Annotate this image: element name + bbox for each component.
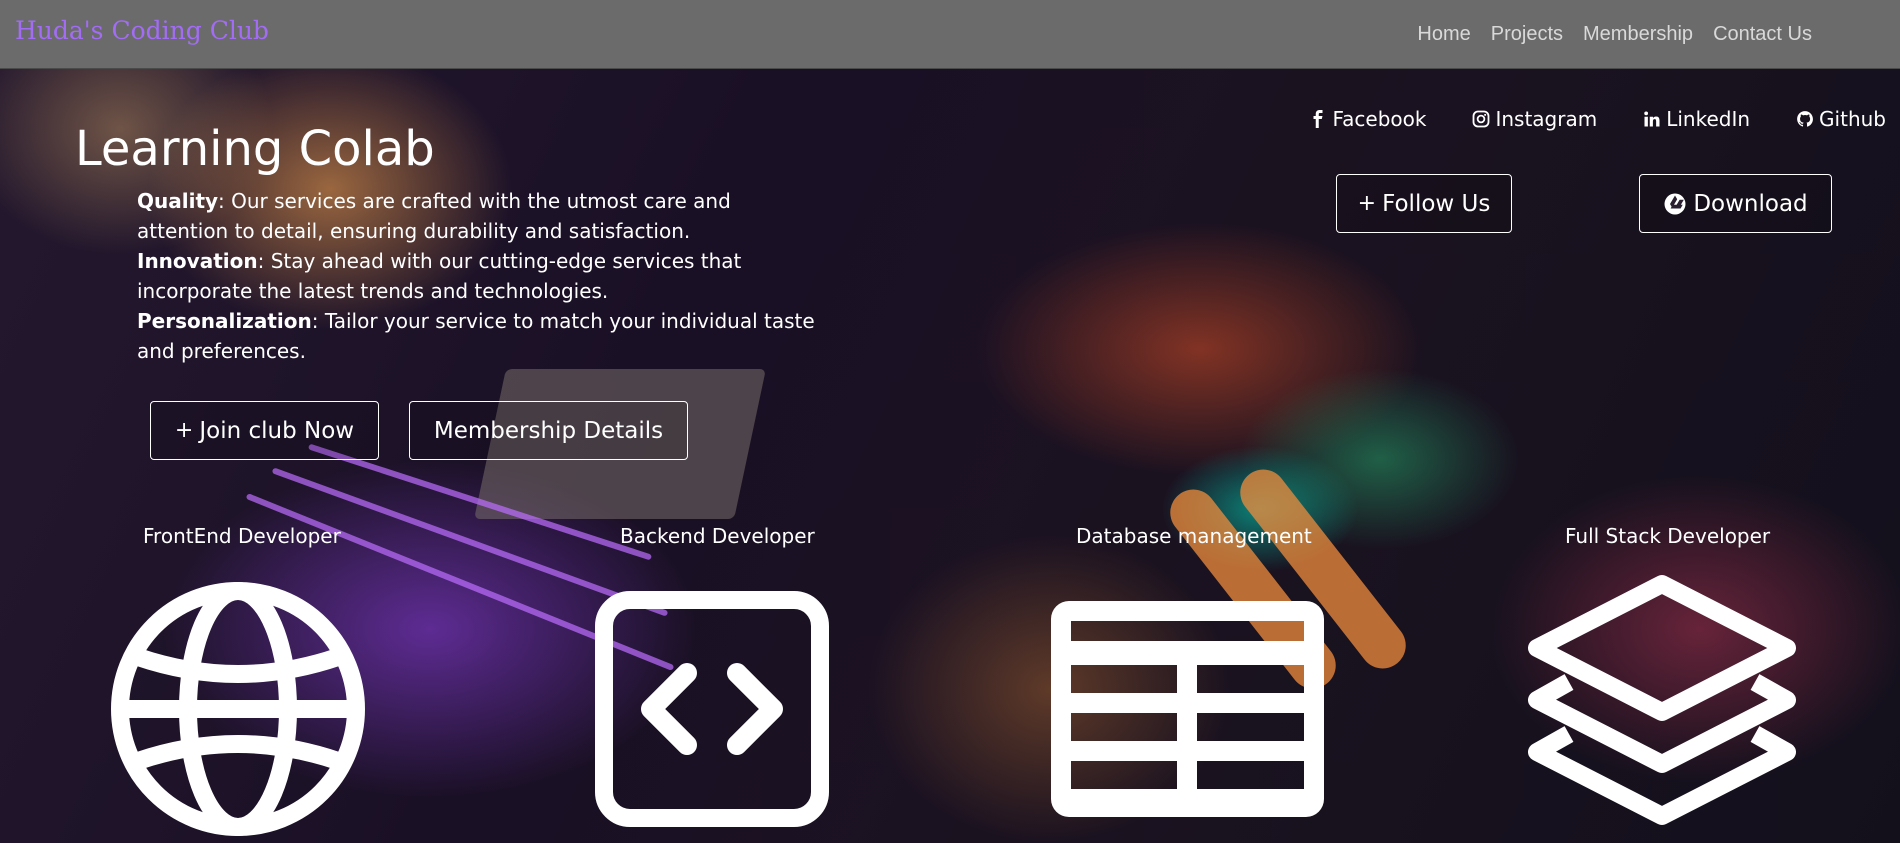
feature-label: Innovation (137, 249, 258, 273)
social-links: Facebook Instagram LinkedIn Github (1309, 107, 1886, 131)
feature-text: : Our services are crafted with the utmo… (137, 189, 731, 243)
role-title: FrontEnd Developer (143, 524, 341, 548)
facebook-icon (1313, 110, 1323, 128)
nav-link-projects[interactable]: Projects (1491, 23, 1563, 46)
follow-us-button[interactable]: + Follow Us (1336, 174, 1512, 233)
feature-label: Quality (137, 189, 219, 213)
join-club-button[interactable]: + Join club Now (150, 401, 379, 460)
nav-link-contact-us[interactable]: Contact Us (1713, 23, 1812, 46)
feature-label: Personalization (137, 309, 312, 333)
top-navbar: Huda's Coding Club Home Projects Members… (0, 0, 1900, 69)
nav-link-home[interactable]: Home (1417, 23, 1470, 46)
layers-icon (1525, 572, 1799, 843)
feature-item-innovation: Innovation: Stay ahead with our cutting-… (137, 246, 827, 306)
feature-item-personalization: Personalization: Tailor your service to … (137, 306, 827, 366)
hero-title: Learning Colab (75, 121, 435, 177)
github-icon (1797, 111, 1813, 127)
plus-icon: + (174, 418, 194, 443)
membership-details-button[interactable]: Membership Details (409, 401, 688, 460)
social-link-label: Instagram (1495, 107, 1598, 131)
role-card-backend: Backend Developer (620, 524, 815, 548)
download-button[interactable]: Download (1639, 174, 1832, 233)
plus-icon: + (1357, 191, 1377, 216)
role-title: Database management (1076, 524, 1312, 548)
instagram-icon (1473, 110, 1490, 128)
social-link-linkedin[interactable]: LinkedIn (1643, 107, 1750, 131)
follow-us-button-label: Follow Us (1382, 190, 1491, 217)
google-drive-icon (1664, 193, 1686, 214)
hero-section: Learning Colab Quality: Our services are… (0, 69, 1900, 843)
social-link-label: LinkedIn (1666, 107, 1751, 131)
social-link-instagram[interactable]: Instagram (1472, 107, 1597, 131)
download-button-label: Download (1693, 190, 1808, 217)
nav-link-membership[interactable]: Membership (1583, 23, 1693, 46)
linkedin-icon (1644, 111, 1660, 127)
join-club-button-label: Join club Now (199, 417, 355, 444)
feature-item-quality: Quality: Our services are crafted with t… (137, 186, 827, 246)
membership-details-button-label: Membership Details (433, 417, 664, 444)
social-link-label: Facebook (1332, 107, 1427, 131)
social-link-github[interactable]: Github (1796, 107, 1886, 131)
brand-logo-link[interactable]: Huda's Coding Club (15, 16, 269, 45)
main-nav: Home Projects Membership Contact Us (1417, 0, 1812, 69)
globe-icon (110, 581, 366, 837)
role-title: Backend Developer (620, 524, 815, 548)
table-icon (1051, 601, 1324, 817)
role-card-frontend: FrontEnd Developer (143, 524, 341, 548)
role-title: Full Stack Developer (1565, 524, 1771, 548)
role-card-database: Database management (1076, 524, 1312, 548)
social-link-facebook[interactable]: Facebook (1309, 107, 1426, 131)
code-window-icon (595, 591, 829, 827)
social-link-label: Github (1819, 107, 1886, 131)
feature-list: Quality: Our services are crafted with t… (137, 186, 827, 366)
role-card-fullstack: Full Stack Developer (1565, 524, 1771, 548)
